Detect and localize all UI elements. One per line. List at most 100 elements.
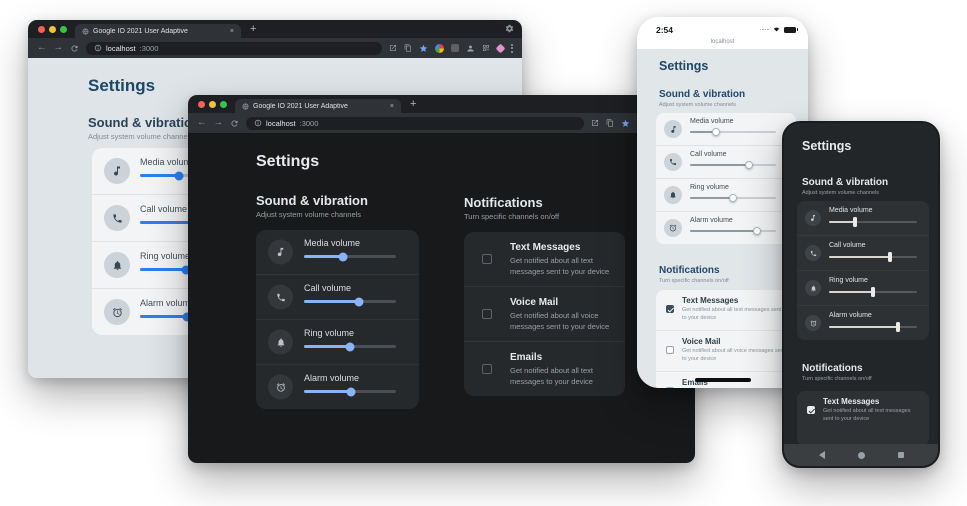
traffic-light-close[interactable]	[198, 101, 205, 108]
volume-label: Alarm volume	[140, 298, 195, 308]
media-volume-slider[interactable]	[304, 255, 396, 258]
android-home-button[interactable]	[858, 452, 865, 459]
alarm-volume-slider[interactable]	[690, 230, 776, 232]
volume-card: Media volume Call volume Ring volume Ala…	[797, 201, 929, 340]
phone-icon	[664, 153, 682, 171]
volume-label: Call volume	[304, 283, 351, 293]
profile-person-icon[interactable]	[466, 44, 475, 53]
wifi-icon	[772, 26, 781, 33]
home-indicator[interactable]	[695, 378, 751, 382]
traffic-light-minimize[interactable]	[209, 101, 216, 108]
alarm-clock-icon	[268, 375, 293, 400]
address-bar[interactable]: localhost :3000	[246, 117, 584, 130]
browser-menu-icon[interactable]	[511, 44, 513, 53]
reload-icon[interactable]	[230, 119, 239, 128]
volume-label: Call volume	[140, 204, 187, 214]
notifications-section-heading: Notifications	[802, 363, 863, 374]
volume-row-call: Call volume	[797, 235, 929, 270]
browser-tab[interactable]: Google IO 2021 User Adaptive ×	[235, 99, 401, 113]
notification-title: Voice Mail	[510, 297, 558, 308]
share-icon[interactable]	[389, 44, 397, 52]
toolbar-extensions	[389, 44, 513, 53]
window-controls	[198, 101, 227, 108]
text-messages-checkbox[interactable]	[807, 406, 815, 414]
battery-icon	[784, 27, 796, 33]
android-recents-button[interactable]	[898, 452, 904, 458]
tab-bar: Google IO 2021 User Adaptive × +	[28, 20, 522, 38]
close-tab-icon[interactable]: ×	[390, 103, 394, 110]
browser-tab[interactable]: Google IO 2021 User Adaptive ×	[75, 24, 241, 38]
forward-button[interactable]: →	[214, 118, 224, 128]
alarm-volume-slider[interactable]	[829, 326, 917, 328]
alarm-volume-slider[interactable]	[304, 390, 396, 393]
volume-label: Media volume	[690, 118, 734, 125]
qr-extension-icon[interactable]	[482, 44, 490, 52]
tab-groups-icon[interactable]	[606, 119, 614, 127]
bell-icon	[664, 186, 682, 204]
voice-mail-checkbox[interactable]	[482, 309, 492, 319]
bookmark-star-icon[interactable]	[419, 44, 428, 53]
site-info-icon[interactable]	[254, 119, 262, 127]
gem-extension-icon[interactable]	[496, 43, 506, 53]
phone-dark: Settings Sound & vibration Adjust system…	[782, 121, 940, 468]
android-back-button[interactable]	[819, 451, 825, 459]
volume-row-media: Media volume	[656, 113, 796, 145]
call-volume-slider[interactable]	[829, 256, 917, 258]
back-button[interactable]: ←	[197, 118, 207, 128]
traffic-light-zoom[interactable]	[60, 26, 67, 33]
tab-title: Google IO 2021 User Adaptive	[93, 28, 226, 35]
url-host: localhost	[106, 44, 136, 53]
site-info-icon[interactable]	[94, 44, 102, 52]
notification-title: Voice Mail	[682, 337, 721, 346]
emails-checkbox[interactable]	[666, 387, 674, 388]
text-messages-checkbox[interactable]	[482, 254, 492, 264]
new-tab-button[interactable]: +	[410, 99, 416, 110]
volume-row-alarm: Alarm volume	[656, 211, 796, 244]
volume-label: Ring volume	[829, 277, 868, 284]
extension-pinwheel-icon[interactable]	[435, 44, 444, 53]
volume-label: Alarm volume	[690, 217, 733, 224]
music-note-icon	[268, 240, 293, 265]
call-volume-slider[interactable]	[304, 300, 396, 303]
volume-row-alarm: Alarm volume	[256, 364, 419, 409]
gear-icon[interactable]	[505, 24, 514, 33]
media-volume-slider[interactable]	[690, 131, 776, 133]
traffic-light-minimize[interactable]	[49, 26, 56, 33]
address-bar[interactable]: localhost :3000	[86, 42, 382, 55]
voice-mail-checkbox[interactable]	[666, 346, 674, 354]
ring-volume-slider[interactable]	[304, 345, 396, 348]
new-tab-button[interactable]: +	[250, 24, 256, 35]
volume-label: Ring volume	[690, 184, 729, 191]
extension-dark-icon[interactable]	[451, 44, 459, 52]
alarm-clock-icon	[104, 299, 130, 325]
traffic-light-zoom[interactable]	[220, 101, 227, 108]
safari-url-label[interactable]: localhost	[637, 39, 808, 45]
bookmark-star-icon[interactable]	[621, 119, 630, 128]
url-port: :3000	[300, 119, 319, 128]
share-icon[interactable]	[591, 119, 599, 127]
back-button[interactable]: ←	[37, 43, 47, 53]
notification-title: Text Messages	[682, 296, 738, 305]
media-volume-slider[interactable]	[829, 221, 917, 223]
notifications-card: Text Messages Get notified about all tex…	[797, 391, 929, 446]
emails-checkbox[interactable]	[482, 364, 492, 374]
notifications-section-subheading: Turn specific channels on/off	[659, 278, 729, 284]
forward-button[interactable]: →	[54, 43, 64, 53]
music-note-icon	[805, 210, 821, 226]
tab-groups-icon[interactable]	[404, 44, 412, 52]
phone-icon	[104, 205, 130, 231]
notifications-section-subheading: Turn specific channels on/off	[802, 376, 872, 382]
notification-row-voice-mail: Voice Mail Get notified about all voice …	[464, 286, 625, 341]
alarm-clock-icon	[664, 219, 682, 237]
notifications-section-subheading: Turn specific channels on/off	[464, 212, 559, 221]
ring-volume-slider[interactable]	[690, 197, 776, 199]
notifications-section-heading: Notifications	[464, 195, 543, 210]
traffic-light-close[interactable]	[38, 26, 45, 33]
notifications-card: Text Messages Get notified about all tex…	[656, 290, 796, 388]
ring-volume-slider[interactable]	[829, 291, 917, 293]
sound-section-heading: Sound & vibration	[659, 89, 745, 100]
reload-icon[interactable]	[70, 44, 79, 53]
call-volume-slider[interactable]	[690, 164, 776, 166]
text-messages-checkbox[interactable]	[666, 305, 674, 313]
close-tab-icon[interactable]: ×	[230, 28, 234, 35]
